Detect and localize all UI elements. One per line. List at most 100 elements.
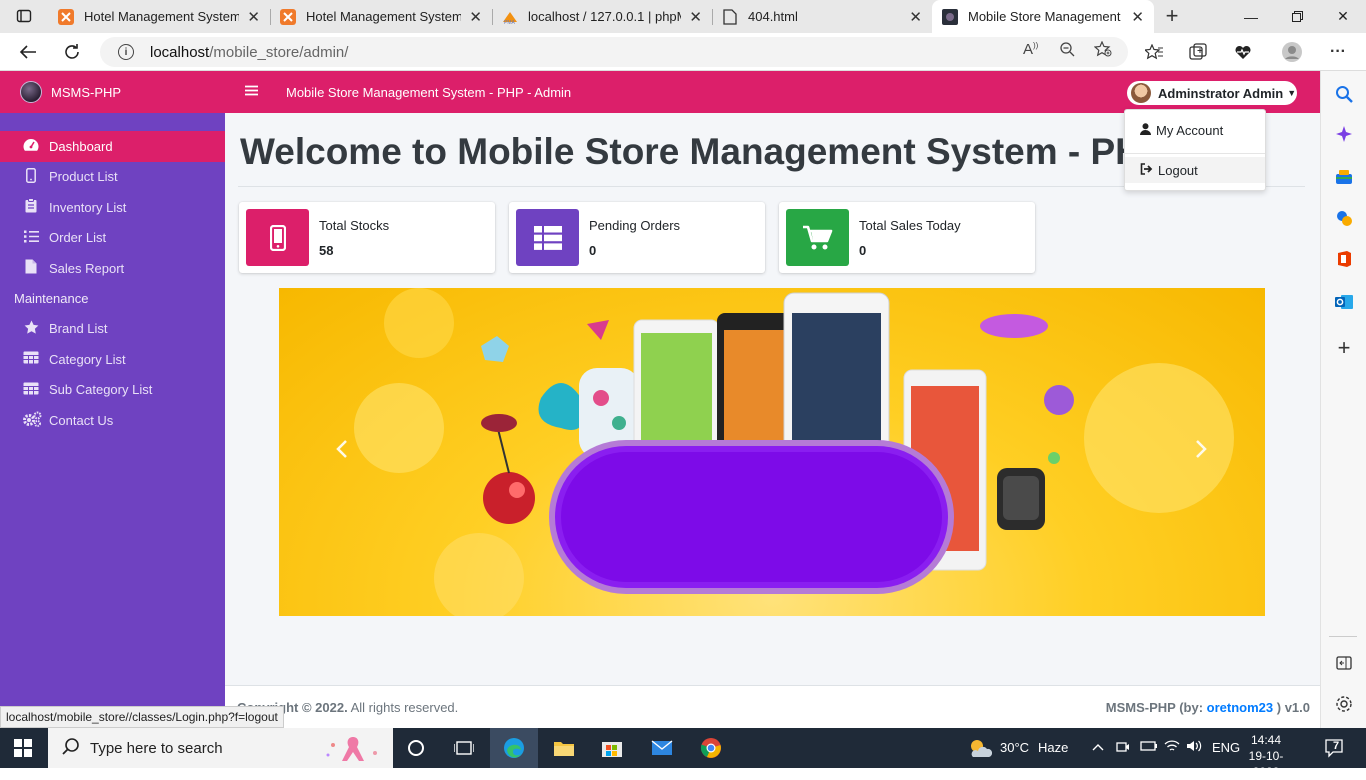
sidebar-item-inventory-list[interactable]: Inventory List: [0, 192, 225, 223]
close-tab-icon[interactable]: ✕: [689, 8, 702, 26]
tab-title: Mobile Store Management Sy: [968, 9, 1124, 24]
sidebar-item-order-list[interactable]: Order List: [0, 223, 225, 254]
new-tab-icon[interactable]: +: [1158, 3, 1186, 29]
info-box-label: Total Stocks: [319, 218, 390, 233]
edge-icon[interactable]: [502, 736, 526, 760]
sidebar-item-contact-us[interactable]: Contact Us: [0, 405, 225, 436]
chevron-up-icon[interactable]: [1092, 740, 1104, 755]
games-icon[interactable]: [1333, 207, 1355, 229]
dashboard-icon: [22, 138, 40, 155]
collections-icon[interactable]: [1187, 41, 1209, 63]
windows-start-icon[interactable]: [14, 739, 32, 757]
sidebar-item-sub-category-list[interactable]: Sub Category List: [0, 375, 225, 406]
sidebar-item-category-list[interactable]: Category List: [0, 344, 225, 375]
minimize-icon[interactable]: —: [1228, 0, 1274, 33]
sign-out-icon: [1140, 162, 1153, 178]
office-icon[interactable]: [1333, 248, 1355, 270]
credit-app: MSMS-PHP (by:: [1105, 700, 1204, 715]
browser-tab[interactable]: Hotel Management System ✕: [48, 0, 270, 33]
carousel-next-icon[interactable]: [1194, 438, 1208, 466]
add-favorite-icon[interactable]: [1093, 40, 1112, 61]
settings-icon[interactable]: [1333, 693, 1355, 715]
weather-desc: Haze: [1038, 740, 1069, 755]
brand-logo: [20, 81, 42, 103]
profile-icon[interactable]: [1281, 41, 1303, 63]
copilot-icon[interactable]: [1333, 123, 1355, 145]
sidebar-item-dashboard[interactable]: Dashboard: [0, 131, 225, 162]
top-navbar: Mobile Store Management System - PHP - A…: [225, 71, 1320, 113]
sidebar-item-label: Category List: [49, 351, 126, 367]
table-icon: [22, 351, 40, 367]
mail-icon[interactable]: [650, 736, 674, 760]
mobile-icon: [246, 209, 309, 266]
carousel-prev-icon[interactable]: [335, 438, 349, 466]
tab-actions-icon[interactable]: [10, 3, 38, 29]
zoom-icon[interactable]: [1059, 41, 1075, 61]
file-explorer-icon[interactable]: [552, 736, 576, 760]
sidebar-item-product-list[interactable]: Product List: [0, 162, 225, 193]
sidebar-item-label: Contact Us: [49, 412, 114, 428]
battery-icon: [1140, 740, 1158, 755]
wifi-icon[interactable]: [1164, 740, 1180, 755]
language-indicator[interactable]: ENG: [1212, 740, 1240, 755]
back-icon[interactable]: [14, 39, 42, 65]
tab-title: localhost / 127.0.0.1 | phpMy: [528, 9, 682, 24]
user-menu-button[interactable]: Adminstrator Admin ▼: [1127, 81, 1297, 105]
hide-sidebar-icon[interactable]: [1333, 652, 1355, 674]
info-box-value: 0: [859, 243, 867, 258]
cortana-icon[interactable]: [404, 736, 428, 760]
close-window-icon[interactable]: ✕: [1320, 0, 1366, 33]
close-tab-icon[interactable]: ✕: [469, 8, 482, 26]
search-icon[interactable]: [1333, 83, 1355, 105]
close-tab-icon[interactable]: ✕: [1131, 8, 1144, 26]
taskbar-search-box[interactable]: Type here to search: [48, 728, 393, 768]
star-icon: [22, 320, 40, 337]
browser-tab[interactable]: 404.html ✕: [712, 0, 932, 33]
sidebar-item-label: Product List: [49, 169, 118, 185]
refresh-icon[interactable]: [58, 39, 86, 65]
clock[interactable]: 14:44 19-10-2022: [1238, 732, 1294, 780]
info-box-total-sales-today: Total Sales Today 0: [779, 202, 1035, 273]
outlook-icon[interactable]: [1333, 291, 1355, 313]
clock-time: 14:44: [1250, 733, 1282, 747]
url-bar[interactable]: i localhost/mobile_store/admin/: [100, 37, 1128, 67]
close-tab-icon[interactable]: ✕: [247, 8, 260, 26]
read-aloud-icon[interactable]: A)): [1023, 41, 1038, 58]
table-icon: [22, 382, 40, 398]
browser-essentials-icon[interactable]: [1232, 41, 1254, 63]
menu-item-label: My Account: [1156, 122, 1224, 138]
logout-link[interactable]: Logout: [1125, 157, 1265, 183]
page-header-title: Mobile Store Management System - PHP - A…: [286, 85, 572, 100]
hamburger-menu-icon[interactable]: [245, 83, 258, 101]
user-icon: [1140, 122, 1151, 138]
sidebar-item-label: Inventory List: [49, 199, 127, 215]
sidebar-item-brand-list[interactable]: Brand List: [0, 314, 225, 345]
app-icon: [942, 8, 958, 25]
weather-icon: [968, 737, 993, 762]
author-link[interactable]: oretnom23: [1207, 700, 1273, 715]
task-view-icon[interactable]: [452, 736, 476, 760]
brand-link[interactable]: MSMS-PHP: [0, 71, 225, 113]
browser-tab-active[interactable]: Mobile Store Management Sy ✕: [932, 0, 1154, 33]
browser-tab[interactable]: Hotel Management System ✕: [270, 0, 492, 33]
sidebar-item-sales-report[interactable]: Sales Report: [0, 253, 225, 284]
my-account-link[interactable]: My Account: [1125, 117, 1265, 143]
add-sidebar-app-icon[interactable]: +: [1333, 335, 1355, 360]
banner-image: [354, 288, 1234, 616]
banner-carousel: [279, 288, 1265, 616]
more-options-icon[interactable]: ···: [1327, 41, 1349, 63]
restore-icon[interactable]: [1274, 0, 1320, 33]
volume-icon[interactable]: [1186, 740, 1202, 755]
meet-now-icon[interactable]: [1116, 740, 1130, 757]
svg-text:PMA: PMA: [504, 20, 516, 25]
chrome-icon[interactable]: [699, 736, 723, 760]
store-icon[interactable]: [600, 736, 624, 760]
mobile-icon: [22, 167, 40, 186]
close-tab-icon[interactable]: ✕: [909, 8, 922, 26]
site-info-icon[interactable]: i: [118, 44, 134, 60]
info-box-value: 58: [319, 243, 334, 258]
favorites-icon[interactable]: [1143, 41, 1165, 63]
sidebar: MSMS-PHP Dashboard Product List Inventor…: [0, 71, 225, 728]
shopping-icon[interactable]: [1333, 166, 1355, 188]
browser-tab[interactable]: PMA localhost / 127.0.0.1 | phpMy ✕: [492, 0, 712, 33]
